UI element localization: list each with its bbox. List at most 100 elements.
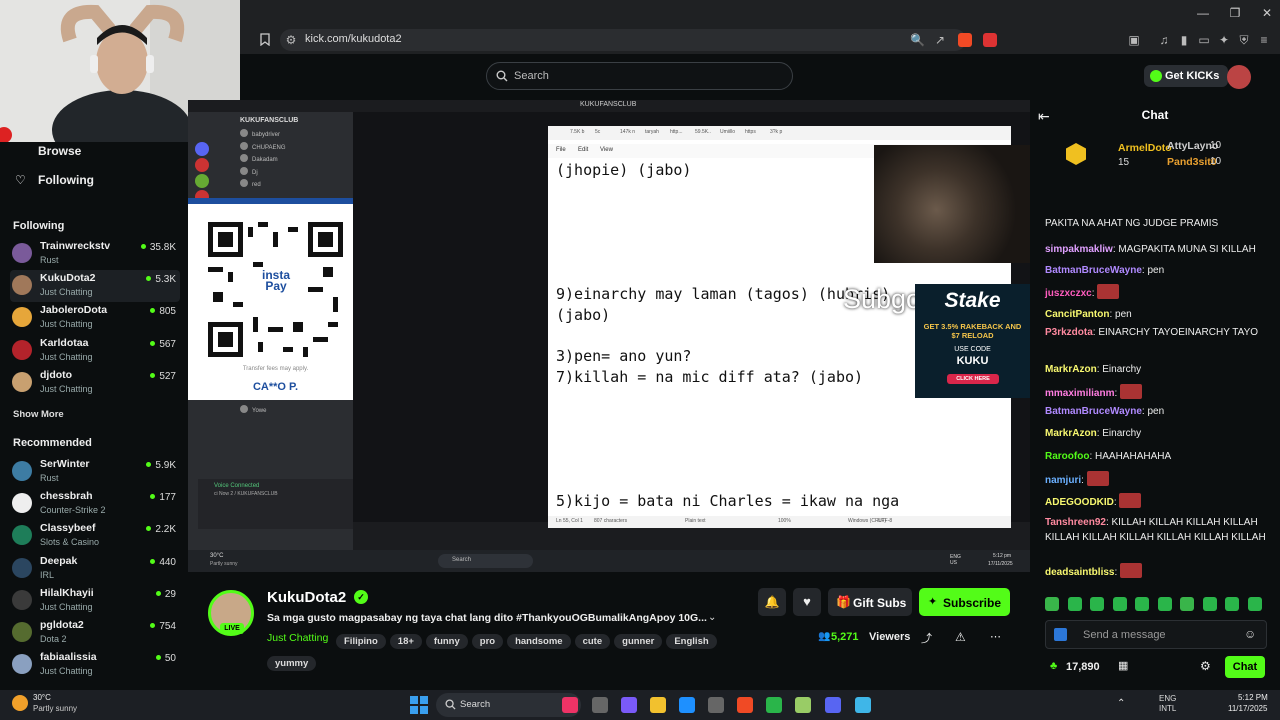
stream-tag[interactable]: 18+ [389, 634, 422, 649]
media-icon[interactable]: ♫ [1157, 33, 1171, 47]
site-info-icon[interactable]: ⚙ [284, 33, 298, 47]
vpn-icon[interactable]: ⛨ [1237, 33, 1251, 47]
sidebar-channel[interactable]: fabiaalissia Just Chatting 50 [10, 649, 180, 681]
zoom-icon[interactable]: 🔍 [910, 33, 925, 47]
emote-icon[interactable] [1045, 597, 1059, 611]
report-icon[interactable]: ⚠ [955, 630, 966, 644]
share-icon[interactable]: ↗ [933, 33, 947, 47]
stream-tag[interactable]: funny [425, 634, 468, 649]
sidebar-channel[interactable]: Deepak IRL 440 [10, 553, 180, 585]
chevron-down-icon[interactable]: ⌄ [708, 612, 716, 623]
minimize-icon[interactable]: — [1196, 6, 1210, 20]
bookmark-icon[interactable] [258, 33, 272, 47]
sidebar-channel[interactable]: KukuDota2 Just Chatting 5.3K [10, 270, 180, 303]
sidebar-channel[interactable]: djdoto Just Chatting 527 [10, 367, 180, 399]
subscribe-button[interactable]: ✦ Subscribe [919, 588, 1010, 616]
stream-tag[interactable]: gunner [614, 634, 663, 649]
taskbar-app-icon[interactable] [766, 697, 782, 713]
sidebar-channel[interactable]: JaboleroDota Just Chatting 805 [10, 302, 180, 334]
stream-tag[interactable]: English [666, 634, 717, 649]
taskbar-app-icon[interactable] [825, 697, 841, 713]
user-avatar[interactable] [1227, 65, 1251, 89]
lang-label-2[interactable]: INTL [1159, 704, 1176, 713]
chat-username[interactable]: ADEGOODKID [1045, 497, 1114, 508]
clock-date[interactable]: 11/17/2025 [1228, 704, 1267, 713]
show-more-link[interactable]: Show More [13, 409, 64, 420]
notification-bell-button[interactable]: 🔔 [758, 588, 786, 616]
chat-username[interactable]: simpakmakliw [1045, 244, 1113, 255]
chat-username[interactable]: CancitPanton [1045, 309, 1109, 320]
chat-username[interactable]: MarkrAzon [1045, 428, 1097, 439]
emoji-icon[interactable]: ☺ [1244, 627, 1256, 641]
rewards-icon[interactable] [983, 33, 997, 47]
emote-icon[interactable] [1225, 597, 1239, 611]
stream-tag[interactable]: cute [574, 634, 611, 649]
chat-username[interactable]: Raroofoo [1045, 451, 1089, 462]
search-input[interactable]: Search [486, 62, 793, 90]
windows-start-icon[interactable] [410, 696, 428, 714]
category-link[interactable]: Just Chatting [267, 632, 328, 644]
stream-tag[interactable]: pro [471, 634, 504, 649]
brave-shield-icon[interactable] [958, 33, 972, 47]
sidebar-channel[interactable]: pgldota2 Dota 2 754 [10, 617, 180, 649]
taskbar-app-icon[interactable] [592, 697, 608, 713]
emote-icon[interactable] [1157, 597, 1172, 611]
share-icon[interactable]: ⤴ [921, 630, 932, 646]
clock-time[interactable]: 5:12 PM [1238, 693, 1268, 702]
sidebar-channel[interactable]: Classybeef Slots & Casino 2.2K [10, 520, 180, 552]
sidebar-channel[interactable]: Karldotaa Just Chatting 567 [10, 335, 180, 367]
taskbar-app-icon[interactable] [562, 697, 578, 713]
wallet-icon[interactable]: ▭ [1197, 33, 1211, 47]
sidebar-toggle-icon[interactable]: ▣ [1127, 33, 1141, 47]
channel-name[interactable]: KukuDota2 [267, 589, 346, 606]
taskbar-app-icon[interactable] [708, 697, 724, 713]
emote-icon[interactable] [1067, 597, 1082, 611]
top-gifter[interactable]: ArmelDoto [1118, 142, 1172, 154]
chat-username[interactable]: deadsaintbliss [1045, 567, 1114, 578]
chat-username[interactable]: P3rkzdota [1045, 327, 1093, 338]
sidebar-channel[interactable]: SerWinter Rust 5.9K [10, 456, 180, 488]
panel-icon[interactable]: ▮ [1177, 33, 1191, 47]
taskbar-search[interactable]: Search [436, 693, 581, 717]
emote-bar[interactable] [1045, 597, 1267, 611]
gift-subs-button[interactable]: 🎁 Gift Subs [828, 588, 912, 616]
nav-following[interactable]: Following [38, 173, 94, 187]
taskbar-app-icon[interactable] [621, 697, 637, 713]
emote-icon[interactable] [1135, 597, 1149, 611]
taskbar-app-icon[interactable] [650, 697, 666, 713]
chat-username[interactable]: namjuri [1045, 475, 1081, 486]
emote-icon[interactable] [1247, 597, 1262, 611]
chat-username[interactable]: mmaximilianm [1045, 388, 1114, 399]
sidebar-channel[interactable]: chessbrah Counter-Strike 2 177 [10, 488, 180, 520]
lang-label[interactable]: ENG [1159, 694, 1176, 703]
maximize-icon[interactable]: ❐ [1228, 6, 1242, 20]
chat-username[interactable]: MarkrAzon [1045, 364, 1097, 375]
chat-input[interactable]: Send a message ☺ [1045, 620, 1267, 649]
stream-tag[interactable]: Filipino [336, 634, 386, 649]
stream-tag[interactable]: yummy [267, 656, 317, 671]
nav-browse[interactable]: Browse [38, 144, 81, 158]
emote-icon[interactable] [1090, 597, 1104, 611]
taskbar-app-icon[interactable] [795, 697, 811, 713]
sidebar-channel[interactable]: HilalKhayii Just Chatting 29 [10, 585, 180, 617]
send-chat-button[interactable]: Chat [1225, 656, 1265, 678]
taskbar-app-icon[interactable] [855, 697, 871, 713]
settings-icon[interactable]: ⚙ [1200, 659, 1211, 673]
taskbar-app-icon[interactable] [679, 697, 695, 713]
video-player[interactable]: KUKUFANSCLUB KUKUFANSCLUB Voice Connecte… [188, 100, 1030, 550]
menu-icon[interactable]: ≡ [1257, 33, 1271, 47]
emote-icon[interactable] [1202, 597, 1217, 611]
tray-chevron-icon[interactable]: ⌃ [1117, 698, 1125, 709]
sidebar-channel[interactable]: Trainwreckstv Rust 35.8K [10, 238, 180, 270]
emote-icon[interactable] [1180, 597, 1194, 611]
chat-username[interactable]: BatmanBruceWayne [1045, 265, 1142, 276]
more-options-icon[interactable]: ⋯ [990, 630, 1001, 643]
leo-icon[interactable]: ✦ [1217, 33, 1231, 47]
taskbar-app-icon[interactable] [737, 697, 753, 713]
close-icon[interactable]: ✕ [1260, 6, 1274, 20]
stream-tag[interactable]: handsome [507, 634, 571, 649]
follow-heart-button[interactable]: ♥ [793, 588, 821, 616]
chat-username[interactable]: BatmanBruceWayne [1045, 406, 1142, 417]
chat-username[interactable]: juszxczxc [1045, 288, 1092, 299]
chat-username[interactable]: Tanshreen92 [1045, 517, 1106, 528]
